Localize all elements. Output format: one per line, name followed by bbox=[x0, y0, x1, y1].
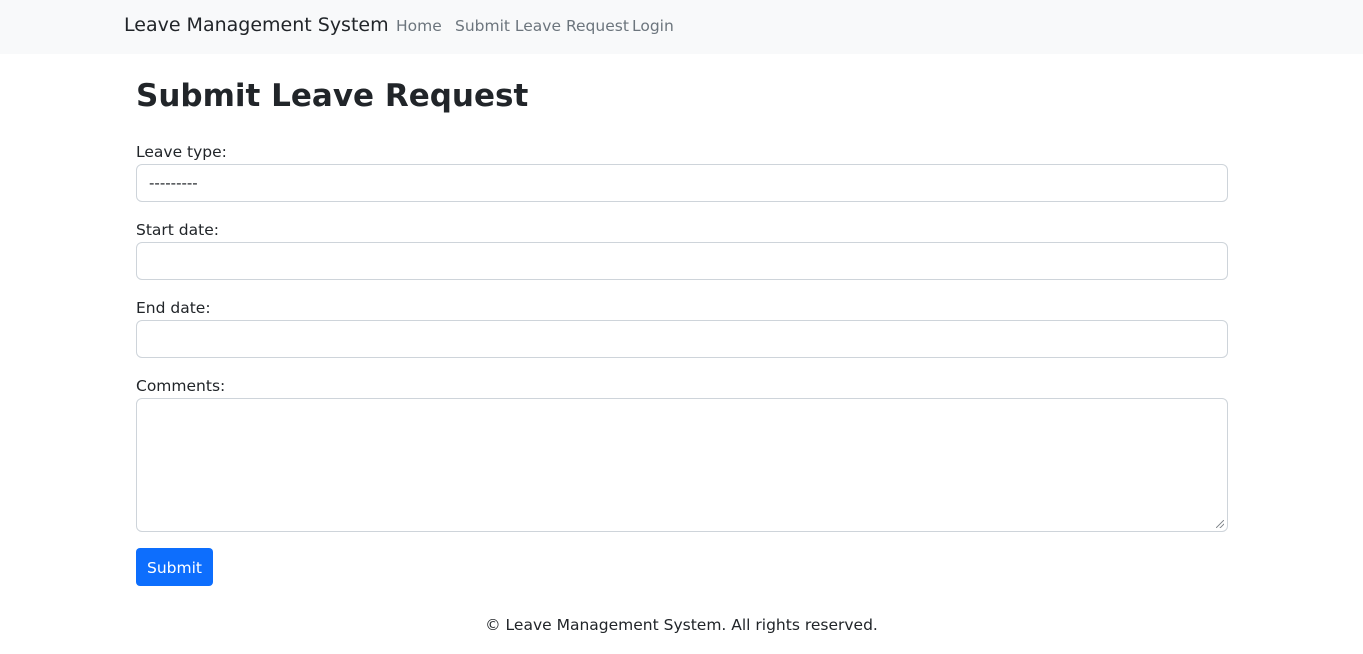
leave-type-label: Leave type: bbox=[136, 143, 227, 161]
start-date-label: Start date: bbox=[136, 221, 219, 239]
leave-type-selected-value: --------- bbox=[149, 174, 198, 192]
resize-grip-icon[interactable] bbox=[1216, 520, 1224, 528]
leave-type-select[interactable]: --------- bbox=[136, 164, 1228, 202]
navbar: Leave Management System Home Submit Leav… bbox=[0, 0, 1363, 54]
comments-label: Comments: bbox=[136, 377, 226, 395]
comments-textarea[interactable] bbox=[136, 398, 1228, 532]
nav-link-submit-leave-request[interactable]: Submit Leave Request bbox=[455, 17, 629, 35]
end-date-input[interactable] bbox=[136, 320, 1228, 358]
start-date-input[interactable] bbox=[136, 242, 1228, 280]
page-title: Submit Leave Request bbox=[136, 78, 529, 114]
submit-button[interactable]: Submit bbox=[136, 548, 213, 586]
footer-text: © Leave Management System. All rights re… bbox=[485, 616, 878, 634]
nav-link-home[interactable]: Home bbox=[396, 17, 442, 35]
nav-link-login[interactable]: Login bbox=[632, 17, 674, 35]
navbar-brand[interactable]: Leave Management System bbox=[124, 14, 389, 36]
end-date-label: End date: bbox=[136, 299, 211, 317]
